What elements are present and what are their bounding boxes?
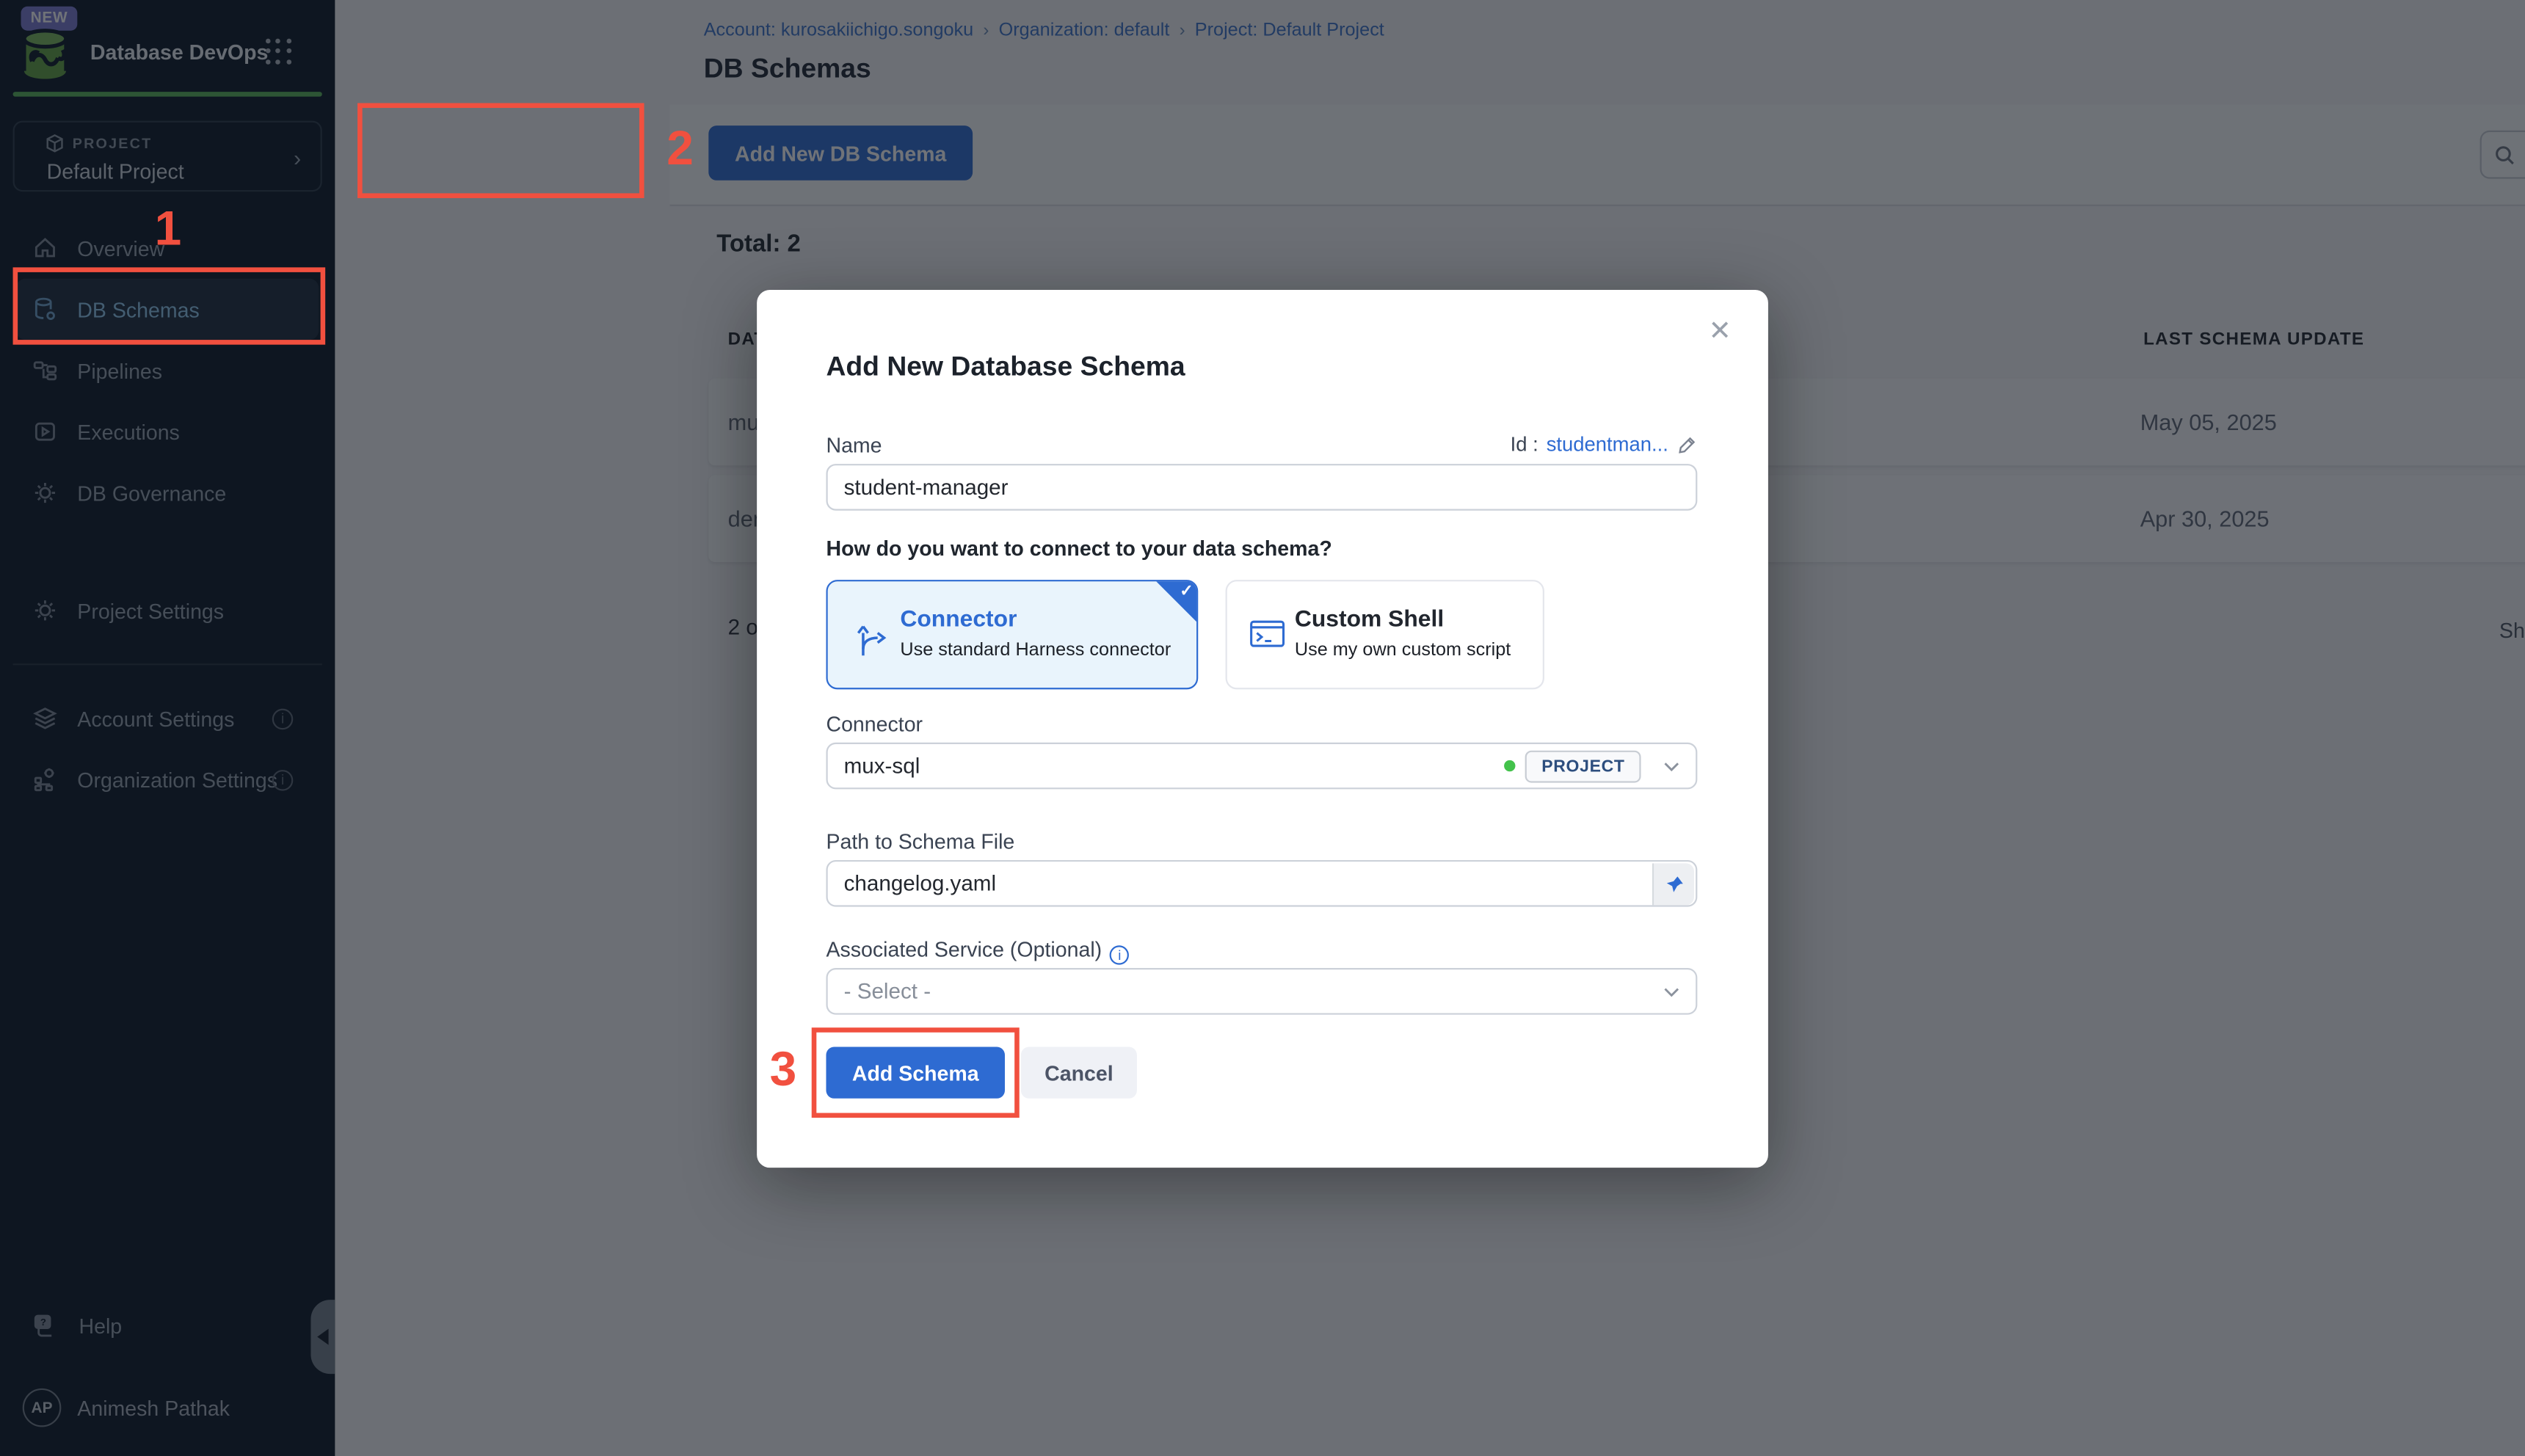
info-icon[interactable]: i [1110,945,1129,964]
annotation-number-1: 1 [155,203,182,258]
annotation-number-2: 2 [666,123,694,178]
option-subtitle: Use my own custom script [1295,641,1511,660]
screen: NEW Database DevOps PROJECT Default Proj… [0,0,2525,1456]
option-subtitle: Use standard Harness connector [900,641,1171,660]
id-value: studentman... [1547,433,1668,456]
modal-title: Add New Database Schema [826,351,1185,383]
chevron-down-icon [1663,986,1679,996]
path-value: changelog.yaml [844,871,996,895]
scope-badge: PROJECT [1525,750,1641,782]
connector-label: Connector [826,712,923,736]
path-input[interactable]: changelog.yaml [826,860,1697,907]
service-placeholder: - Select - [844,979,931,1003]
entity-id-row: Id : studentman... [1511,433,1698,456]
connector-status-dot [1505,760,1516,771]
input-type-selector[interactable] [1652,863,1694,905]
terminal-icon [1249,620,1285,652]
name-label: Name [826,433,882,457]
check-icon: ✓ [1180,583,1193,600]
name-input[interactable] [826,464,1697,511]
annotation-box-2 [357,103,644,197]
connector-value: mux-sql [844,754,920,778]
connector-select[interactable]: mux-sql PROJECT [826,743,1697,790]
path-label: Path to Schema File [826,829,1014,853]
id-label: Id : [1511,433,1538,456]
option-card-connector[interactable]: ✓ Connector Use standard Harness connect… [826,580,1198,689]
edit-pencil-icon[interactable] [1676,434,1698,455]
option-title: Connector [900,607,1017,633]
connect-question: How do you want to connect to your data … [826,536,1331,561]
option-title: Custom Shell [1295,607,1444,633]
option-card-custom-shell[interactable]: Custom Shell Use my own custom script [1226,580,1544,689]
annotation-box-3 [812,1027,1020,1118]
close-icon[interactable]: ✕ [1704,316,1736,348]
chevron-down-icon [1663,761,1679,771]
pin-icon [1664,875,1683,894]
service-label: Associated Service (Optional)i [826,937,1129,964]
service-select[interactable]: - Select - [826,968,1697,1015]
cancel-button[interactable]: Cancel [1021,1047,1137,1099]
connector-branch-icon [850,617,889,659]
annotation-box-1 [13,267,326,344]
annotation-number-3: 3 [770,1044,797,1099]
